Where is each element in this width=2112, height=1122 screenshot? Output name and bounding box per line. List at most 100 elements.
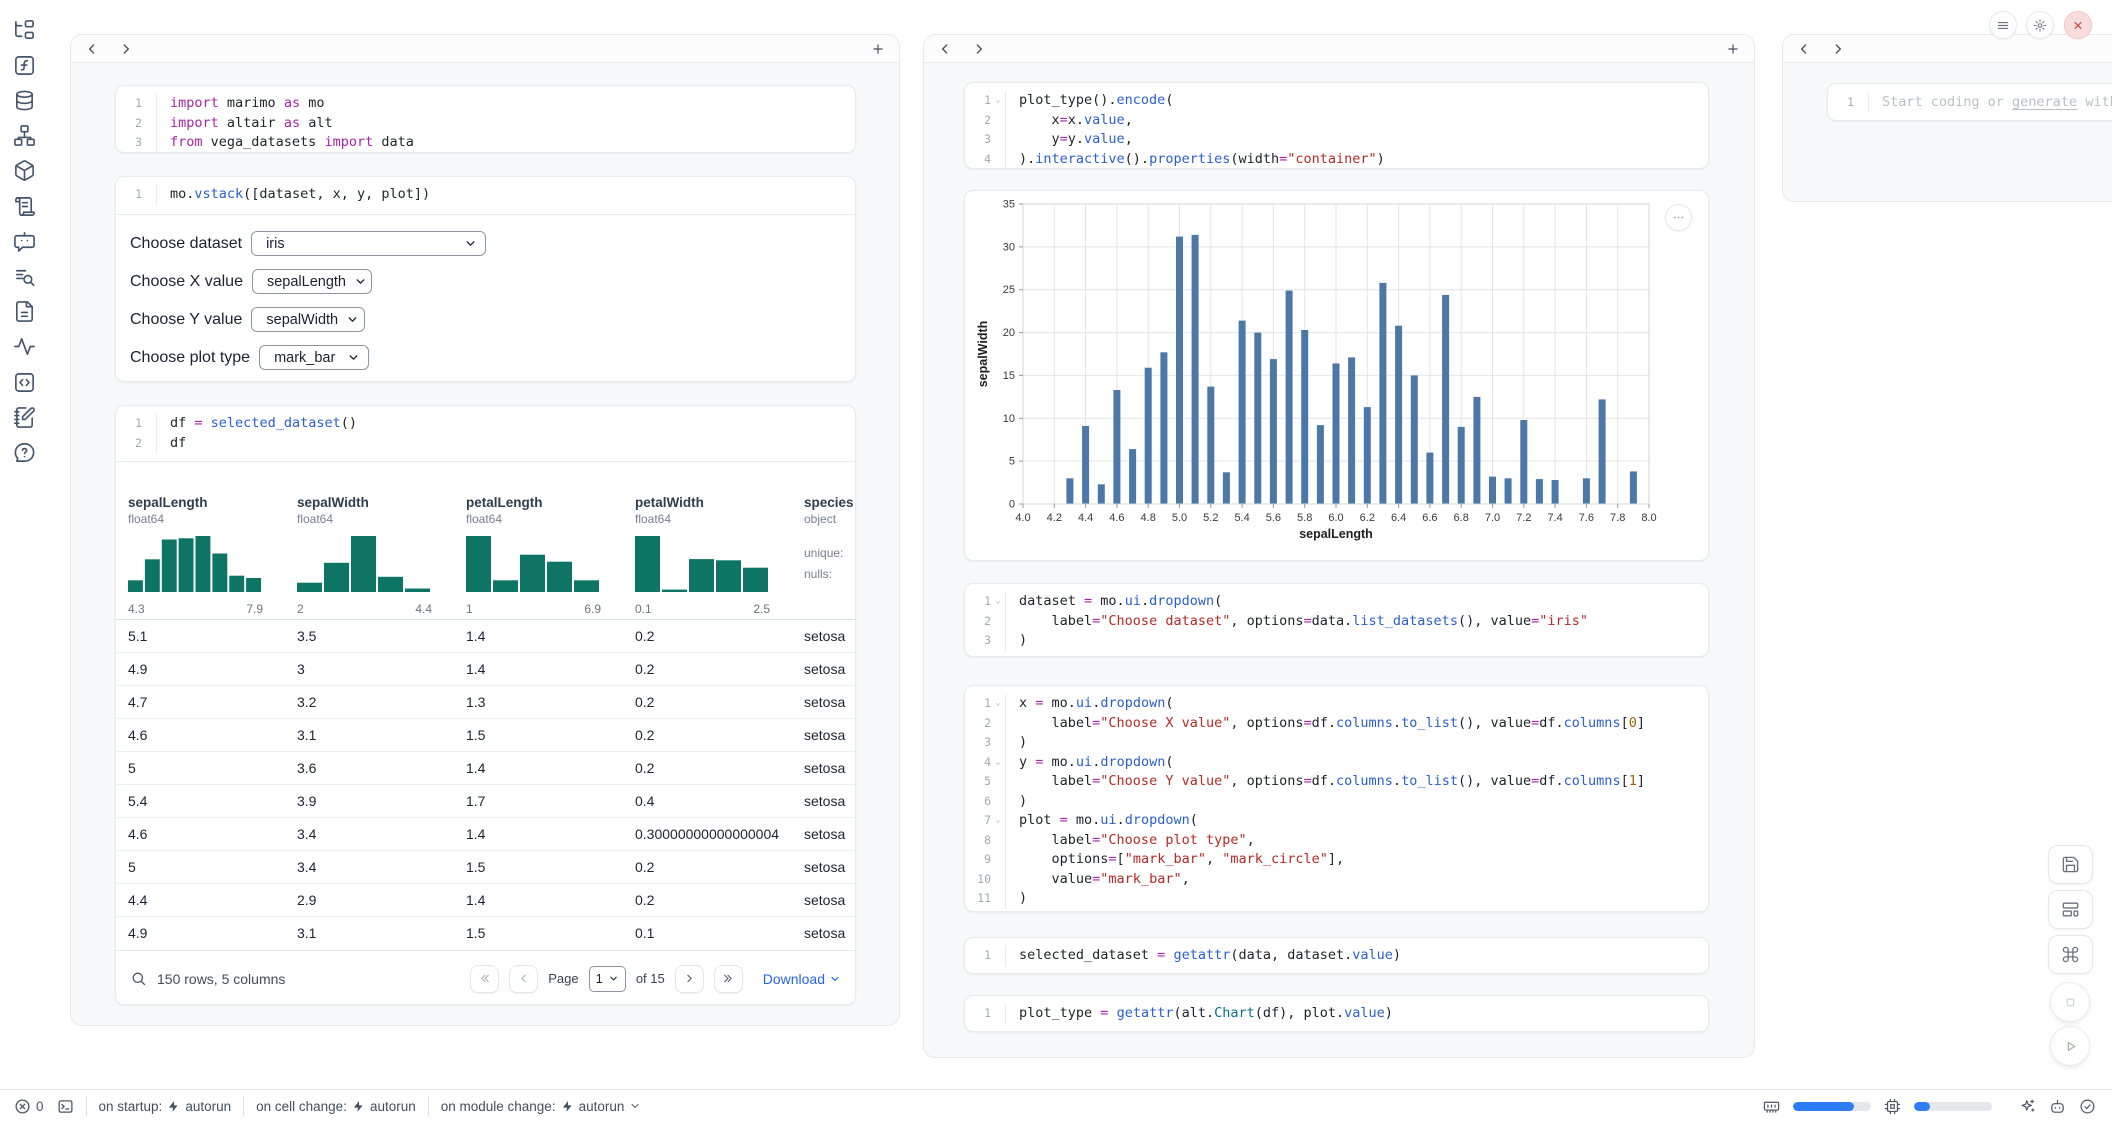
- generate-ai-link[interactable]: generate: [2012, 94, 2077, 110]
- code-line: 3): [965, 733, 1708, 753]
- table-row: 53.41.50.2setosa: [116, 851, 855, 884]
- code-line: 1import marimo as mo: [116, 94, 855, 114]
- runtime-config-2[interactable]: on module change: autorun: [441, 1099, 642, 1114]
- column-histogram: [297, 534, 432, 592]
- choose-x-value-select[interactable]: sepalLength: [252, 269, 372, 294]
- play-icon: [2062, 1038, 2079, 1055]
- settings-button[interactable]: [2026, 11, 2054, 39]
- cell-dataframe[interactable]: 1df = selected_dataset()2df sepalLength …: [115, 405, 856, 1005]
- column-3: 1 Start coding or generate with AI: [1782, 34, 2112, 202]
- cell-plot-code[interactable]: 1⌄plot_type().encode(2 x=x.value,3 y=y.v…: [964, 82, 1709, 169]
- column-prev-button[interactable]: [83, 40, 101, 58]
- fold-arrow-icon[interactable]: ⌄: [991, 811, 1005, 831]
- menu-icon: [1996, 18, 2010, 33]
- chevron-left-icon: [938, 42, 952, 56]
- connection-status-icon[interactable]: [2079, 1098, 2096, 1115]
- notebook-menu-button[interactable]: [1989, 11, 2017, 39]
- layout-button[interactable]: [2048, 890, 2093, 929]
- cell-vstack[interactable]: 1mo.vstack([dataset, x, y, plot]) Choose…: [115, 176, 856, 382]
- save-button[interactable]: [2048, 845, 2093, 884]
- ai-placeholder[interactable]: Start coding or generate with AI: [1868, 93, 2112, 113]
- column-next-button[interactable]: [970, 40, 988, 58]
- svg-text:5.2: 5.2: [1203, 512, 1218, 524]
- zap-icon: [561, 1100, 574, 1113]
- column-prev-button[interactable]: [936, 40, 954, 58]
- scroll-text-icon[interactable]: [11, 193, 37, 219]
- column-next-button[interactable]: [117, 40, 135, 58]
- choose-dataset-select[interactable]: iris: [251, 231, 486, 256]
- control-row: Choose dataset iris: [130, 231, 855, 256]
- code-square-icon[interactable]: [11, 369, 37, 395]
- database-icon[interactable]: [11, 87, 37, 113]
- activity-icon[interactable]: [11, 334, 37, 360]
- file-text-icon[interactable]: [11, 299, 37, 325]
- terminal-button[interactable]: [57, 1098, 74, 1115]
- file-tree-icon[interactable]: [11, 17, 37, 43]
- memory-usage-meter: [1793, 1102, 1871, 1111]
- column-stat: unique:: [804, 546, 843, 560]
- svg-text:35: 35: [1003, 199, 1015, 211]
- svg-text:6.0: 6.0: [1328, 512, 1343, 524]
- runtime-config-0[interactable]: on startup: autorun: [99, 1099, 232, 1114]
- keyboard-shortcuts-button[interactable]: [2048, 935, 2093, 974]
- notebook-pen-icon[interactable]: [11, 404, 37, 430]
- add-cell-button[interactable]: [1724, 40, 1742, 58]
- chevron-down-icon: [608, 973, 619, 984]
- code-line: 1⌄plot_type().encode(: [965, 91, 1708, 111]
- run-all-button[interactable]: [2050, 1026, 2090, 1066]
- cell-xy-plot-dropdowns[interactable]: 1⌄x = mo.ui.dropdown(2 label="Choose X v…: [964, 685, 1709, 912]
- column-prev-button[interactable]: [1795, 40, 1813, 58]
- page-number-select[interactable]: 1: [589, 966, 626, 992]
- fold-arrow-icon[interactable]: ⌄: [991, 694, 1005, 714]
- save-icon: [2061, 855, 2080, 874]
- choose-plot-type-select[interactable]: mark_bar: [259, 345, 369, 370]
- control-label: Choose dataset: [130, 235, 242, 253]
- fold-arrow-icon[interactable]: ⌄: [991, 753, 1005, 773]
- svg-text:4.4: 4.4: [1078, 512, 1093, 524]
- ai-sparkles-button[interactable]: [2019, 1098, 2036, 1115]
- chevron-down-icon: [346, 313, 359, 326]
- runtime-config-1[interactable]: on cell change: autorun: [256, 1099, 416, 1114]
- cell-selected-dataset[interactable]: 1selected_dataset = getattr(data, datase…: [964, 937, 1709, 974]
- error-indicator[interactable]: 0: [14, 1098, 44, 1115]
- code-line: 9 options=["mark_bar", "mark_circle"],: [965, 850, 1708, 870]
- last-page-button[interactable]: [714, 965, 743, 993]
- memory-icon: [1763, 1098, 1780, 1115]
- list-search-icon[interactable]: [11, 263, 37, 289]
- first-page-button[interactable]: [470, 965, 499, 993]
- help-circle-icon[interactable]: [11, 439, 37, 465]
- column-dtype: float64: [128, 512, 164, 526]
- code-line: 2 x=x.value,: [965, 111, 1708, 131]
- add-cell-button[interactable]: [869, 40, 887, 58]
- control-row: Choose plot typemark_bar: [130, 345, 855, 370]
- copilot-bot-button[interactable]: [2049, 1098, 2066, 1115]
- function-square-icon[interactable]: [11, 52, 37, 78]
- svg-text:7.6: 7.6: [1579, 512, 1594, 524]
- table-row: 4.93.11.50.1setosa: [116, 917, 855, 950]
- cell-imports[interactable]: 1import marimo as mo2import altair as al…: [115, 85, 856, 153]
- next-page-button[interactable]: [675, 965, 704, 993]
- error-count: 0: [36, 1099, 44, 1114]
- cell-dataset-dropdown[interactable]: 1⌄dataset = mo.ui.dropdown(2 label="Choo…: [964, 583, 1709, 657]
- package-icon[interactable]: [11, 158, 37, 184]
- page-total-label: of 15: [636, 971, 665, 986]
- column-next-button[interactable]: [1829, 40, 1847, 58]
- chart-actions-button[interactable]: [1665, 204, 1692, 231]
- svg-text:30: 30: [1003, 241, 1015, 253]
- search-icon[interactable]: [130, 970, 147, 987]
- prev-page-button[interactable]: [509, 965, 538, 993]
- shutdown-button[interactable]: [2064, 11, 2092, 39]
- fold-arrow-icon[interactable]: ⌄: [991, 91, 1005, 111]
- network-icon[interactable]: [11, 123, 37, 149]
- cpu-icon: [1884, 1098, 1901, 1115]
- cell-empty-ai[interactable]: 1 Start coding or generate with AI: [1827, 83, 2112, 121]
- stop-button[interactable]: [2050, 982, 2090, 1022]
- control-label: Choose Y value: [130, 311, 242, 329]
- chat-bot-icon[interactable]: [11, 228, 37, 254]
- segment-label: on cell change:: [256, 1099, 347, 1114]
- download-button[interactable]: Download: [763, 971, 841, 987]
- cell-plot-type[interactable]: 1plot_type = getattr(alt.Chart(df), plot…: [964, 995, 1709, 1032]
- cell-chart-output[interactable]: 4.04.24.44.64.85.05.25.45.65.86.06.26.46…: [964, 190, 1709, 561]
- fold-arrow-icon[interactable]: ⌄: [991, 592, 1005, 612]
- choose-y-value-select[interactable]: sepalWidth: [251, 307, 365, 332]
